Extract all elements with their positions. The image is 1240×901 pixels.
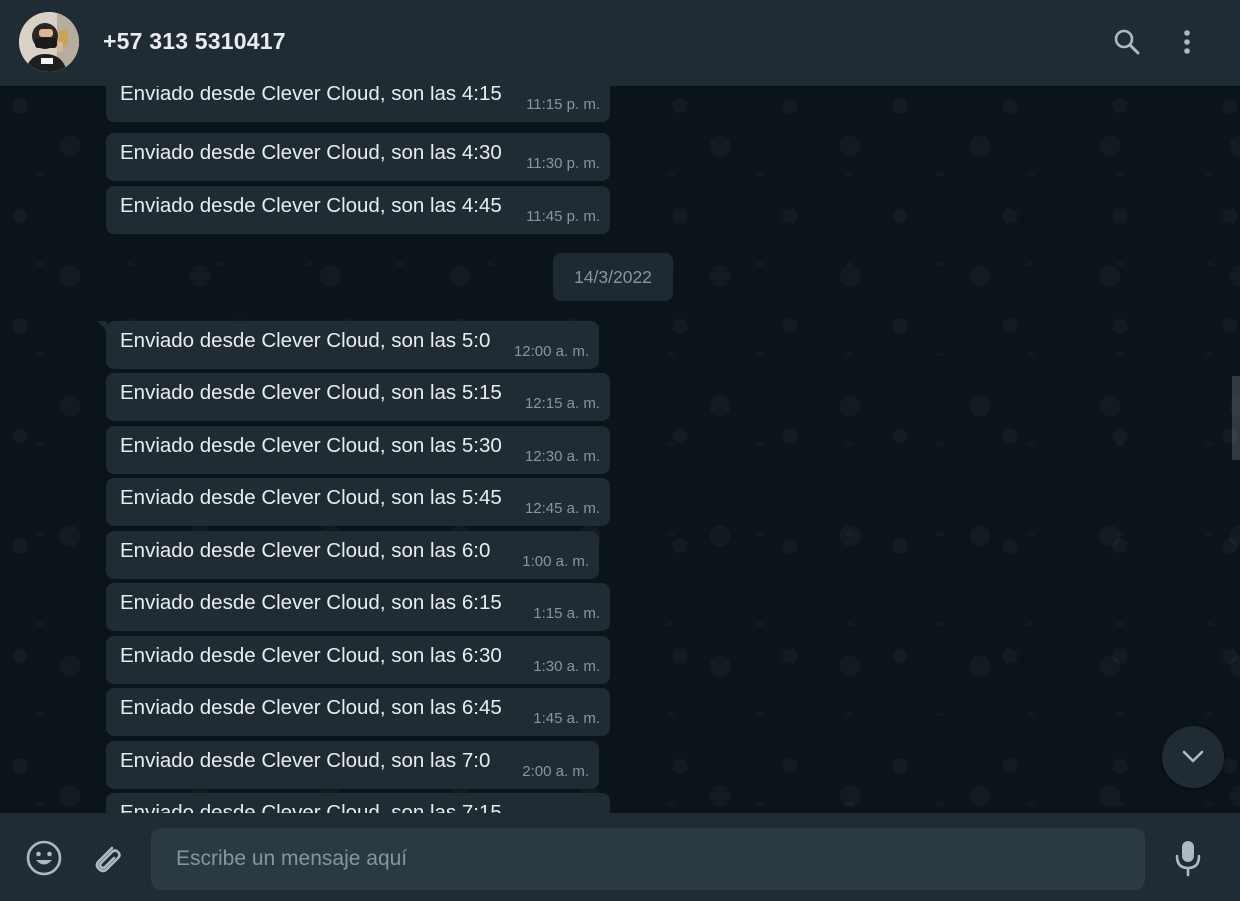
bubble-tail — [97, 321, 107, 331]
message-input-container[interactable] — [151, 828, 1145, 890]
message-text: Enviado desde Clever Cloud, son las 5:30 — [120, 434, 502, 457]
emoji-icon[interactable] — [23, 837, 65, 879]
message-text: Enviado desde Clever Cloud, son las 6:45 — [120, 696, 502, 719]
message-bubble[interactable]: Enviado desde Clever Cloud, son las 7:0 … — [106, 741, 599, 789]
message-bubble[interactable]: Enviado desde Clever Cloud, son las 6:15… — [106, 583, 610, 631]
message-time: 12:00 a. m. — [513, 343, 589, 360]
message-bubble[interactable]: Enviado desde Clever Cloud, son las 5:30… — [106, 426, 610, 474]
message-text: Enviado desde Clever Cloud, son las 7:0 — [120, 749, 491, 772]
message-text: Enviado desde Clever Cloud, son las 4:30 — [120, 141, 502, 164]
date-separator: 14/3/2022 — [553, 253, 673, 301]
message-time: 11:30 p. m. — [526, 155, 600, 172]
message-time: 12:45 a. m. — [524, 500, 600, 517]
message-text: Enviado desde Clever Cloud, son las 6:0 — [120, 539, 491, 562]
contact-name[interactable]: +57 313 5310417 — [103, 28, 286, 55]
chat-header: +57 313 5310417 — [0, 0, 1240, 86]
message-bubble[interactable]: Enviado desde Clever Cloud, son las 6:45… — [106, 688, 610, 736]
message-time: 2:00 a. m. — [522, 763, 589, 780]
message-text: Enviado desde Clever Cloud, son las 5:45 — [120, 486, 502, 509]
attach-icon[interactable] — [85, 837, 127, 879]
message-bubble[interactable]: Enviado desde Clever Cloud, son las 4:45… — [106, 186, 610, 234]
message-input[interactable] — [151, 828, 1145, 890]
message-list[interactable]: Enviado desde Clever Cloud, son las 4:15… — [0, 86, 1240, 813]
avatar-photo — [19, 12, 79, 72]
message-bubble[interactable]: Enviado desde Clever Cloud, son las 5:15… — [106, 373, 610, 421]
message-text: Enviado desde Clever Cloud, son las 6:30 — [120, 644, 502, 667]
message-text: Enviado desde Clever Cloud, son las 6:15 — [120, 591, 502, 614]
message-text: Enviado desde Clever Cloud, son las 4:15 — [120, 86, 502, 105]
message-time: 12:30 a. m. — [524, 448, 600, 465]
message-bubble[interactable]: Enviado desde Clever Cloud, son las 4:15… — [106, 86, 610, 122]
scroll-to-bottom-button[interactable] — [1162, 726, 1224, 788]
message-time: 11:45 p. m. — [526, 208, 600, 225]
search-icon[interactable] — [1107, 22, 1147, 62]
contact-avatar[interactable] — [19, 12, 79, 72]
message-time: 11:15 p. m. — [526, 96, 600, 113]
message-bubble[interactable]: Enviado desde Clever Cloud, son las 5:0 … — [97, 321, 599, 369]
composer-bar — [0, 813, 1240, 901]
message-text: Enviado desde Clever Cloud, son las 5:15 — [120, 381, 502, 404]
chevron-down-icon — [1182, 750, 1204, 763]
message-text: Enviado desde Clever Cloud, son las 7:15 — [120, 801, 502, 813]
message-time: 12:15 a. m. — [524, 395, 600, 412]
message-time: 1:15 a. m. — [533, 605, 600, 622]
message-time: 1:45 a. m. — [533, 710, 600, 727]
message-text: Enviado desde Clever Cloud, son las 5:0 — [120, 329, 491, 352]
menu-icon[interactable] — [1167, 22, 1207, 62]
message-bubble[interactable]: Enviado desde Clever Cloud, son las 6:0 … — [106, 531, 599, 579]
message-time: 1:30 a. m. — [533, 658, 600, 675]
scrollbar-thumb[interactable] — [1232, 376, 1240, 460]
message-bubble[interactable]: Enviado desde Clever Cloud, son las 4:30… — [106, 133, 610, 181]
message-bubble[interactable]: Enviado desde Clever Cloud, son las 6:30… — [106, 636, 610, 684]
microphone-icon[interactable] — [1167, 837, 1209, 879]
message-bubble[interactable]: Enviado desde Clever Cloud, son las 5:45… — [106, 478, 610, 526]
message-time: 1:00 a. m. — [522, 553, 589, 570]
message-bubble[interactable]: Enviado desde Clever Cloud, son las 7:15 — [106, 793, 610, 813]
message-text: Enviado desde Clever Cloud, son las 4:45 — [120, 194, 502, 217]
